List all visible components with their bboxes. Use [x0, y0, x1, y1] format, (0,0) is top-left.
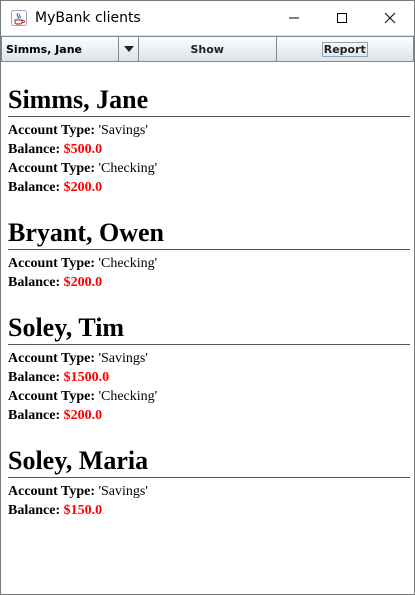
account-type-value: 'Checking'	[98, 389, 158, 404]
report-button-label: Report	[321, 41, 368, 57]
account-type-value: 'Savings'	[98, 351, 148, 366]
account-type-value: 'Checking'	[98, 256, 158, 271]
show-button-label: Show	[190, 42, 224, 56]
balance-value: $1500.0	[63, 370, 110, 385]
account-type-line: Account Type: 'Checking'	[8, 256, 158, 271]
app-window: MyBank clients Simms, Jane Show Report S…	[0, 0, 415, 595]
client-section: Bryant, Owen Account Type: 'Checking' Ba…	[8, 218, 410, 292]
balance-value: $200.0	[63, 180, 103, 195]
close-button[interactable]	[366, 1, 414, 35]
minimize-button[interactable]	[270, 1, 318, 35]
balance-value: $500.0	[63, 142, 103, 157]
maximize-icon	[337, 13, 347, 23]
maximize-button[interactable]	[318, 1, 366, 35]
client-section: Soley, Maria Account Type: 'Savings' Bal…	[8, 446, 410, 520]
balance-value: $200.0	[63, 408, 103, 423]
chevron-down-icon[interactable]	[118, 37, 138, 61]
account-type-value: 'Checking'	[98, 161, 158, 176]
toolbar: Simms, Jane Show Report	[1, 35, 414, 62]
balance-value: $150.0	[63, 503, 103, 518]
window-title: MyBank clients	[35, 10, 141, 26]
balance-value: $200.0	[63, 275, 103, 290]
client-name: Bryant, Owen	[8, 218, 410, 250]
balance-line: Balance: $200.0	[8, 408, 103, 423]
account-type-line: Account Type: 'Checking'	[8, 389, 158, 404]
balance-line: Balance: $500.0	[8, 142, 103, 157]
account-type-line: Account Type: 'Savings'	[8, 351, 148, 366]
account-type-value: 'Savings'	[98, 484, 148, 499]
balance-line: Balance: $150.0	[8, 503, 103, 518]
title-bar[interactable]: MyBank clients	[1, 1, 414, 35]
report-button[interactable]: Report	[276, 36, 414, 62]
java-icon	[10, 9, 28, 27]
client-name: Soley, Tim	[8, 313, 410, 345]
minimize-icon	[289, 17, 299, 19]
balance-line: Balance: $1500.0	[8, 370, 110, 385]
balance-line: Balance: $200.0	[8, 180, 103, 195]
close-icon	[384, 12, 396, 24]
client-section: Soley, Tim Account Type: 'Savings' Balan…	[8, 313, 410, 425]
client-name: Soley, Maria	[8, 446, 410, 478]
account-type-line: Account Type: 'Savings'	[8, 123, 148, 138]
show-button[interactable]: Show	[139, 36, 277, 62]
client-select-value: Simms, Jane	[6, 42, 82, 56]
client-select[interactable]: Simms, Jane	[1, 36, 139, 62]
client-name: Simms, Jane	[8, 85, 410, 117]
balance-line: Balance: $200.0	[8, 275, 103, 290]
account-type-value: 'Savings'	[98, 123, 148, 138]
client-section: Simms, Jane Account Type: 'Savings' Bala…	[8, 85, 410, 197]
account-type-line: Account Type: 'Checking'	[8, 161, 158, 176]
account-type-line: Account Type: 'Savings'	[8, 484, 148, 499]
report-content: Simms, Jane Account Type: 'Savings' Bala…	[1, 61, 414, 520]
